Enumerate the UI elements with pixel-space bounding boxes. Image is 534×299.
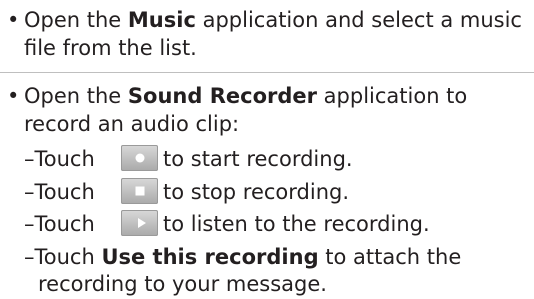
dash-marker: – — [24, 180, 35, 204]
sub-item-text: recording to your message. — [38, 272, 327, 296]
sub-item-text: Touch — [34, 180, 95, 204]
stop-square-icon — [135, 186, 144, 196]
item-text: application to — [316, 84, 468, 108]
item-text: Open the — [24, 8, 128, 32]
sub-item-text: to listen to the recording. — [163, 212, 430, 236]
record-dot-icon — [135, 153, 144, 163]
sound-recorder-app-name: Sound Recorder — [127, 84, 317, 108]
item-text: application and select a music — [195, 8, 522, 32]
sub-item-play: –Touch — [24, 210, 95, 238]
item-text: record an audio clip: — [24, 112, 240, 136]
sub-item-text: to start recording. — [163, 147, 353, 171]
bullet-item-sound-recorder: Open the Sound Recorder application to r… — [24, 82, 529, 138]
document-page: • Open the Music application and select … — [0, 0, 534, 299]
sub-item-record: –Touch — [24, 145, 95, 173]
sub-item-stop: –Touch — [24, 178, 95, 206]
music-app-name: Music — [127, 8, 196, 32]
sub-item-use-recording-cont: recording to your message. — [38, 270, 327, 298]
sub-item-use-recording: –Touch Use this recording to attach the — [24, 243, 461, 271]
sub-item-text: to attach the — [318, 245, 462, 269]
sub-item-play-tail: to listen to the recording. — [163, 210, 430, 238]
dash-marker: – — [24, 147, 35, 171]
dash-marker: – — [24, 212, 35, 236]
bullet-marker: • — [7, 84, 20, 108]
bullet-item-music: Open the Music application and select a … — [24, 6, 529, 62]
play-icon — [121, 210, 158, 236]
sub-item-text: to stop recording. — [163, 180, 350, 204]
item-divider — [0, 72, 534, 73]
sub-item-stop-tail: to stop recording. — [163, 178, 349, 206]
item-text: Open the — [24, 84, 128, 108]
use-this-recording-label: Use this recording — [101, 245, 319, 269]
bullet-marker: • — [7, 8, 20, 32]
play-triangle-icon — [137, 218, 146, 228]
record-icon — [121, 145, 158, 171]
sub-item-record-tail: to start recording. — [163, 145, 353, 173]
sub-item-text: Touch — [34, 245, 102, 269]
dash-marker: – — [24, 245, 35, 269]
sub-item-text: Touch — [34, 212, 95, 236]
item-text: file from the list. — [24, 36, 197, 60]
sub-item-text: Touch — [34, 147, 95, 171]
stop-icon — [121, 178, 158, 204]
